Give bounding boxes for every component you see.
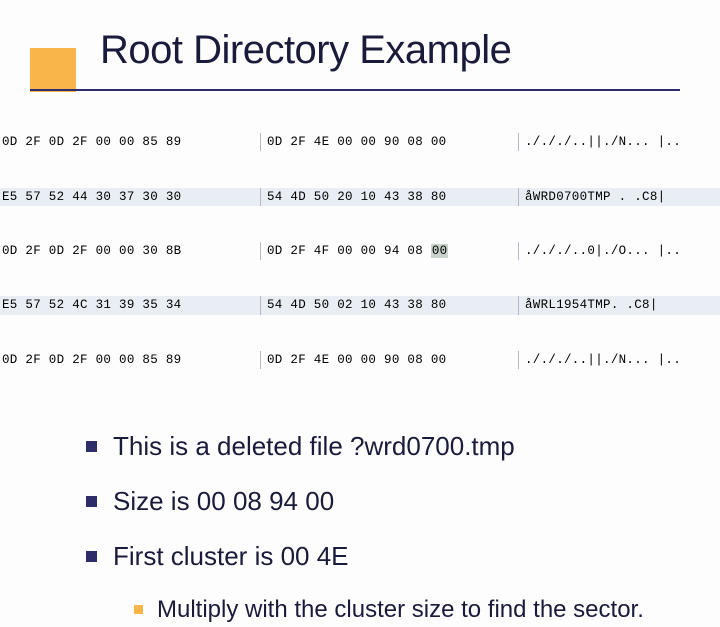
hex-ascii: ./././..||./N... |..	[518, 133, 720, 151]
hex-row: E5 57 52 4C 31 39 35 34 54 4D 50 02 10 4…	[0, 296, 720, 314]
hex-row: 0D 2F 0D 2F 00 00 30 8B 0D 2F 4F 00 00 9…	[0, 242, 720, 260]
bullet-square-icon	[86, 496, 97, 507]
hex-row: 0D 2F 0D 2F 00 00 85 89 0D 2F 4E 00 00 9…	[0, 351, 720, 369]
hexdump-table: 0D 2F 0D 2F 00 00 85 89 0D 2F 4E 00 00 9…	[0, 97, 720, 387]
title-area: Root Directory Example	[0, 0, 720, 91]
sub-bullet-square-icon	[134, 605, 143, 614]
slide-title: Root Directory Example	[0, 28, 720, 73]
hex-bytes-b: 54 4D 50 20 10 43 38 80	[260, 188, 518, 206]
hex-ascii: åWRD0700TMP . .C8|	[518, 188, 720, 206]
bullet-square-icon	[86, 551, 97, 562]
hex-ascii: ./././..0|./O... |..	[518, 242, 720, 260]
bullet-item: First cluster is 00 4E	[86, 539, 720, 574]
hex-row: 0D 2F 0D 2F 00 00 85 89 0D 2F 4E 00 00 9…	[0, 133, 720, 151]
bullet-text: First cluster is 00 4E	[113, 539, 349, 574]
hex-ascii: åWRL1954TMP. .C8|	[518, 296, 720, 314]
hex-bytes-b: 0D 2F 4E 00 00 90 08 00	[260, 133, 518, 151]
hex-highlight-byte: 00	[431, 244, 449, 258]
sub-bullet-item: Multiply with the cluster size to find t…	[134, 594, 720, 626]
title-underline	[30, 89, 680, 91]
hex-bytes-b-partial: 0D 2F 4F 00 00 94 08	[267, 244, 431, 258]
hex-bytes-b: 0D 2F 4E 00 00 90 08 00	[260, 351, 518, 369]
hex-bytes-b: 54 4D 50 02 10 43 38 80	[260, 296, 518, 314]
bullet-item: This is a deleted file ?wrd0700.tmp	[86, 429, 720, 464]
sub-bullet-list: Multiply with the cluster size to find t…	[134, 594, 720, 626]
bullet-list: This is a deleted file ?wrd0700.tmp Size…	[86, 429, 720, 574]
hex-bytes-a: 0D 2F 0D 2F 00 00 30 8B	[0, 242, 260, 260]
sub-bullet-text: Multiply with the cluster size to find t…	[157, 594, 644, 626]
hex-row: E5 57 52 44 30 37 30 30 54 4D 50 20 10 4…	[0, 188, 720, 206]
hex-bytes-a: E5 57 52 4C 31 39 35 34	[0, 296, 260, 314]
bullet-text: This is a deleted file ?wrd0700.tmp	[113, 429, 515, 464]
hex-bytes-a: E5 57 52 44 30 37 30 30	[0, 188, 260, 206]
hex-ascii: ./././..||./N... |..	[518, 351, 720, 369]
bullet-text: Size is 00 08 94 00	[113, 484, 334, 519]
bullet-square-icon	[86, 441, 97, 452]
hex-bytes-a: 0D 2F 0D 2F 00 00 85 89	[0, 133, 260, 151]
hex-bytes-a: 0D 2F 0D 2F 00 00 85 89	[0, 351, 260, 369]
bullet-item: Size is 00 08 94 00	[86, 484, 720, 519]
hex-bytes-b: 0D 2F 4F 00 00 94 08 00	[260, 242, 518, 260]
